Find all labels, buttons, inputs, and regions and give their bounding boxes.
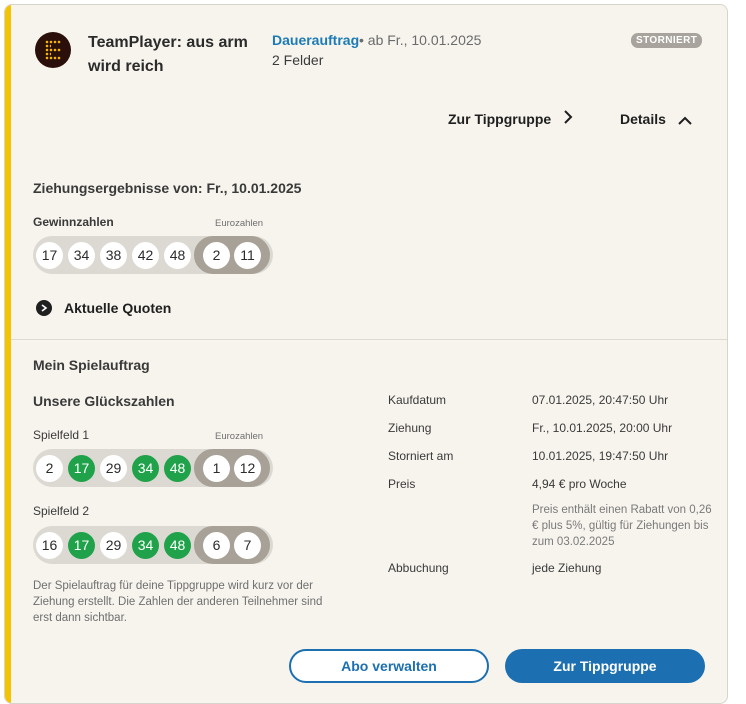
results-title: Ziehungsergebnisse von: Fr., 10.01.2025	[33, 180, 302, 196]
chevron-right-icon[interactable]	[563, 109, 573, 128]
lucky-numbers-title: Unsere Glückszahlen	[33, 393, 175, 409]
number-ball: 2	[36, 454, 63, 482]
chevron-up-icon[interactable]	[678, 113, 692, 129]
euro-ball: 12	[234, 454, 261, 482]
chevron-right-circle-icon[interactable]	[36, 300, 52, 316]
field-1-label: Spielfeld 1	[33, 428, 90, 442]
euro-ball: 6	[203, 531, 230, 559]
field-2-label: Spielfeld 2	[33, 504, 90, 518]
manage-subscription-button[interactable]: Abo verwalten	[289, 649, 489, 683]
number-ball: 38	[100, 241, 127, 269]
euro-numbers-group: 2 11	[194, 236, 270, 274]
order-type-link[interactable]: Dauerauftrag	[272, 32, 359, 48]
info-value-draw: Fr., 10.01.2025, 20:00 Uhr	[532, 421, 673, 435]
euro-ball: 1	[203, 454, 230, 482]
number-ball: 16	[36, 531, 63, 559]
number-ball-hit: 48	[164, 531, 191, 559]
current-quotes-link[interactable]: Aktuelle Quoten	[64, 300, 171, 316]
field-count: 2 Felder	[272, 52, 324, 68]
number-ball-hit: 34	[132, 454, 159, 482]
field-2-numbers-row: 16 17 29 34 48 6 7	[33, 526, 273, 564]
info-key-debit: Abbuchung	[388, 561, 449, 575]
number-ball-hit: 17	[68, 531, 95, 559]
group-title: TeamPlayer: aus arm wird reich	[88, 34, 248, 75]
info-value-price: 4,94 € pro Woche	[532, 477, 627, 491]
number-ball: 34	[68, 241, 95, 269]
eurozahlen-label: Eurozahlen	[215, 218, 264, 229]
order-card: TeamPlayer: aus arm wird reich Dauerauft…	[4, 4, 728, 704]
info-key-price: Preis	[388, 477, 416, 491]
teamplayer-logo	[35, 32, 71, 68]
info-value-debit: jede Ziehung	[532, 561, 602, 575]
number-ball: 29	[100, 454, 127, 482]
winning-numbers-label: Gewinnzahlen	[33, 215, 114, 229]
order-note: Der Spielauftrag für deine Tippgruppe wi…	[33, 580, 323, 624]
number-ball: 17	[36, 241, 63, 269]
info-value-purchase-date: 07.01.2025, 20:47:50 Uhr	[532, 393, 669, 407]
section-divider	[11, 339, 727, 340]
number-ball-hit: 17	[68, 454, 95, 482]
info-key-purchase-date: Kaufdatum	[388, 393, 447, 407]
group-link[interactable]: Zur Tippgruppe	[448, 111, 551, 127]
number-ball-hit: 48	[164, 454, 191, 482]
number-ball: 48	[164, 241, 191, 269]
eurozahlen-label: Eurozahlen	[215, 431, 264, 442]
number-ball: 29	[100, 531, 127, 559]
to-group-button[interactable]: Zur Tippgruppe	[505, 649, 705, 683]
info-key-cancelled: Storniert am	[388, 449, 454, 463]
euro-numbers-group: 6 7	[194, 526, 270, 564]
number-ball: 42	[132, 241, 159, 269]
euro-ball: 2	[203, 241, 230, 269]
field-1-numbers-row: 2 17 29 34 48 1 12	[33, 449, 273, 487]
euro-ball: 11	[234, 241, 261, 269]
info-key-draw: Ziehung	[388, 421, 432, 435]
price-note: Preis enthält einen Rabatt von 0,26 € pl…	[532, 504, 712, 548]
order-start-date: • ab Fr., 10.01.2025	[359, 32, 482, 48]
details-toggle[interactable]: Details	[620, 111, 666, 127]
order-title: Mein Spielauftrag	[33, 357, 150, 373]
number-ball-hit: 34	[132, 531, 159, 559]
euro-ball: 7	[234, 531, 261, 559]
status-badge: STORNIERT	[631, 33, 703, 48]
euro-numbers-group: 1 12	[194, 449, 270, 487]
winning-numbers-row: 17 34 38 42 48 2 11	[33, 236, 273, 274]
info-value-cancelled: 10.01.2025, 19:47:50 Uhr	[532, 449, 669, 463]
